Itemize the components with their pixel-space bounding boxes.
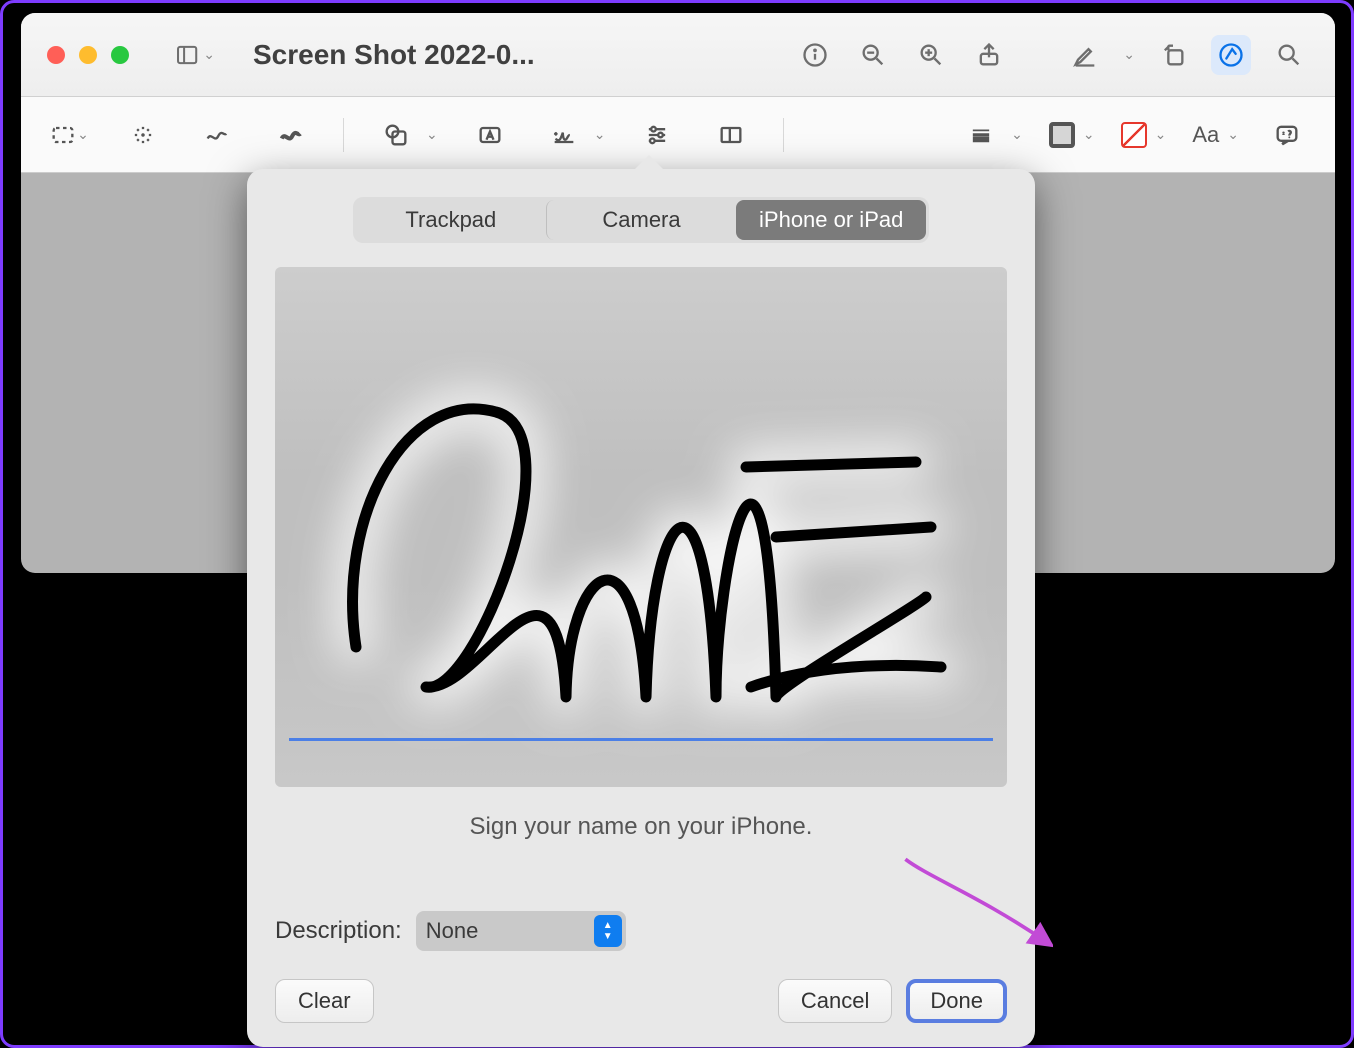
text-style-button[interactable]: Aa ⌄ [1192, 122, 1239, 148]
chevron-down-icon: ⌄ [1011, 126, 1023, 143]
fill-color-button[interactable]: ⌄ [1121, 122, 1167, 148]
tab-camera[interactable]: Camera [546, 200, 737, 240]
description-value: None [426, 918, 479, 944]
line-style-button[interactable]: ⌄ [959, 113, 1023, 157]
signature-baseline [289, 738, 993, 741]
clear-button[interactable]: Clear [275, 979, 374, 1023]
signature-popover: Trackpad Camera iPhone or iPad Sign your… [247, 169, 1035, 1047]
tab-trackpad[interactable]: Trackpad [356, 200, 546, 240]
chevron-down-icon: ⌄ [594, 126, 606, 143]
search-button[interactable] [1269, 35, 1309, 75]
border-color-button[interactable]: ⌄ [1049, 122, 1095, 148]
fullscreen-window-button[interactable] [111, 46, 129, 64]
titlebar: ⌄ Screen Shot 2022-0... ⌄ [21, 13, 1335, 97]
share-button[interactable] [969, 35, 1009, 75]
chevron-down-icon: ⌄ [1155, 126, 1167, 143]
signature-canvas [275, 267, 1007, 787]
markup-button[interactable] [1211, 35, 1251, 75]
zoom-out-button[interactable] [853, 35, 893, 75]
chevron-down-icon: ⌄ [1083, 126, 1095, 143]
info-button[interactable] [795, 35, 835, 75]
window-controls [47, 46, 129, 64]
signature-instruction: Sign your name on your iPhone. [275, 813, 1007, 841]
draw-button[interactable] [269, 113, 313, 157]
text-style-label: Aa [1192, 122, 1219, 148]
instant-alpha-button[interactable] [121, 113, 165, 157]
select-stepper-icon: ▲▼ [594, 915, 622, 947]
zoom-in-button[interactable] [911, 35, 951, 75]
cancel-button[interactable]: Cancel [778, 979, 892, 1023]
signature-source-tabs: Trackpad Camera iPhone or iPad [353, 197, 929, 243]
adjust-size-button[interactable] [709, 113, 753, 157]
chevron-down-icon: ⌄ [1227, 126, 1239, 143]
text-button[interactable] [468, 113, 512, 157]
tab-iphone-ipad[interactable]: iPhone or iPad [736, 200, 926, 240]
minimize-window-button[interactable] [79, 46, 97, 64]
sign-button[interactable]: ⌄ [542, 113, 606, 157]
adjust-color-button[interactable] [635, 113, 679, 157]
separator [783, 118, 784, 152]
highlight-button[interactable] [1065, 35, 1105, 75]
description-label: Description: [275, 917, 402, 945]
chevron-down-icon: ⌄ [203, 46, 215, 63]
chevron-down-icon[interactable]: ⌄ [1123, 46, 1135, 63]
rotate-button[interactable] [1153, 35, 1193, 75]
separator [343, 118, 344, 152]
close-window-button[interactable] [47, 46, 65, 64]
description-select[interactable]: None ▲▼ [416, 911, 626, 951]
selection-tool-button[interactable]: ⌄ [47, 113, 91, 157]
chevron-down-icon: ⌄ [77, 126, 89, 143]
window-title: Screen Shot 2022-0... [253, 39, 535, 71]
shapes-button[interactable]: ⌄ [374, 113, 438, 157]
sidebar-toggle-button[interactable]: ⌄ [175, 35, 215, 75]
sketch-button[interactable] [195, 113, 239, 157]
annotate-button[interactable] [1265, 113, 1309, 157]
signature-stroke [275, 267, 1007, 787]
markup-toolbar: ⌄ ⌄ ⌄ ⌄ ⌄ ⌄ Aa [21, 97, 1335, 173]
chevron-down-icon: ⌄ [426, 126, 438, 143]
done-button[interactable]: Done [906, 979, 1007, 1023]
